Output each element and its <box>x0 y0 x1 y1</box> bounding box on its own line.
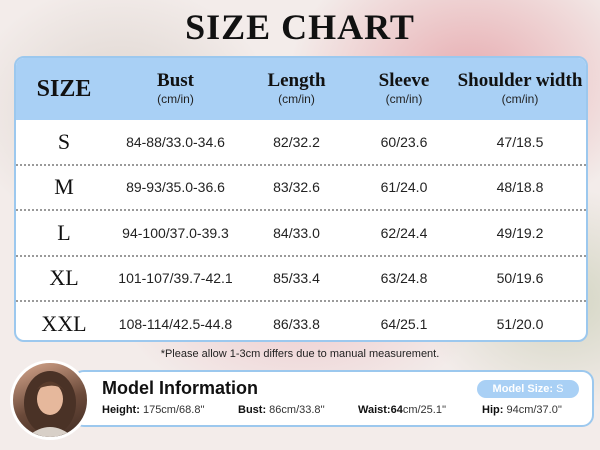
header-bust: Bust (cm/in) <box>112 58 239 120</box>
sleeve-cell: 62/24.4 <box>380 224 428 241</box>
bust-cell: 84-88/33.0-34.6 <box>126 133 225 150</box>
header-shoulder: Shoulder width (cm/in) <box>454 58 586 120</box>
length-cell: 83/32.6 <box>273 179 320 196</box>
size-cell: M <box>54 174 74 200</box>
header-label: Sleeve <box>378 70 430 91</box>
model-portrait-icon <box>24 371 76 437</box>
model-size-value: S <box>556 383 564 395</box>
model-hip: Hip: 94cm/37.0'' <box>482 404 562 416</box>
length-cell: 84/33.0 <box>273 224 320 241</box>
waist-value: cm/25.1'' <box>402 404 447 416</box>
shoulder-cell: 48/18.8 <box>496 179 544 196</box>
size-cell: XXL <box>41 310 87 336</box>
table-row: S 84-88/33.0-34.6 82/32.2 60/23.6 47/18.… <box>16 120 586 166</box>
header-label: Bust <box>157 70 194 91</box>
model-waist: Waist:64cm/25.1'' <box>358 404 446 416</box>
header-unit: (cm/in) <box>278 92 315 106</box>
header-unit: (cm/in) <box>501 92 539 106</box>
length-cell: 85/33.4 <box>273 270 320 287</box>
header-unit: (cm/in) <box>157 92 194 106</box>
hip-label: Hip: <box>482 404 504 416</box>
header-unit: (cm/in) <box>385 92 423 106</box>
shoulder-cell: 47/18.5 <box>496 133 544 150</box>
size-cell: S <box>57 128 71 154</box>
bust-cell: 94-100/37.0-39.3 <box>122 224 229 241</box>
height-value: 175cm/68.8'' <box>142 404 205 416</box>
header-sleeve: Sleeve (cm/in) <box>354 58 454 120</box>
header-label: Length <box>267 70 326 91</box>
size-chart-table: SIZE Bust (cm/in) Length (cm/in) Sleeve … <box>14 56 588 342</box>
model-size-label: Model Size: <box>492 383 554 395</box>
table-header: SIZE Bust (cm/in) Length (cm/in) Sleeve … <box>16 58 586 120</box>
page-title: SIZE CHART <box>185 7 415 47</box>
bust-label: Bust: <box>238 404 267 416</box>
model-height: Height: 175cm/68.8'' <box>102 404 205 416</box>
model-size-badge: Model Size: S <box>477 380 579 398</box>
header-label: Shoulder width <box>457 70 583 91</box>
waist-label: Waist:64 <box>358 404 403 416</box>
sleeve-cell: 63/24.8 <box>380 270 428 287</box>
model-avatar <box>10 360 90 440</box>
size-cell: XL <box>49 265 79 291</box>
size-cell: L <box>57 219 71 245</box>
length-cell: 82/32.2 <box>273 133 320 150</box>
header-size: SIZE <box>16 58 112 120</box>
sleeve-cell: 61/24.0 <box>380 179 428 196</box>
bust-cell: 101-107/39.7-42.1 <box>118 270 233 287</box>
shoulder-cell: 49/19.2 <box>496 224 544 241</box>
table-row: XL 101-107/39.7-42.1 85/33.4 63/24.8 50/… <box>16 257 586 302</box>
bust-value: 86cm/33.8'' <box>269 404 325 416</box>
height-label: Height: <box>102 404 140 416</box>
bust-cell: 89-93/35.0-36.6 <box>126 179 225 196</box>
shoulder-cell: 51/20.0 <box>496 315 544 332</box>
length-cell: 86/33.8 <box>273 315 320 332</box>
model-bust: Bust: 86cm/33.8'' <box>238 404 325 416</box>
table-row: L 94-100/37.0-39.3 84/33.0 62/24.4 49/19… <box>16 211 586 257</box>
table-row: M 89-93/35.0-36.6 83/32.6 61/24.0 48/18.… <box>16 166 586 211</box>
table-row: XXL 108-114/42.5-44.8 86/33.8 64/25.1 51… <box>16 302 586 340</box>
header-length: Length (cm/in) <box>239 58 354 120</box>
hip-value: 94cm/37.0'' <box>506 404 563 416</box>
shoulder-cell: 50/19.6 <box>496 270 544 287</box>
measurement-footnote: *Please allow 1-3cm differs due to manua… <box>160 348 440 360</box>
sleeve-cell: 64/25.1 <box>380 315 428 332</box>
model-info-title: Model Information <box>102 378 258 398</box>
sleeve-cell: 60/23.6 <box>380 133 428 150</box>
bust-cell: 108-114/42.5-44.8 <box>118 315 233 332</box>
header-label: SIZE <box>36 75 92 102</box>
